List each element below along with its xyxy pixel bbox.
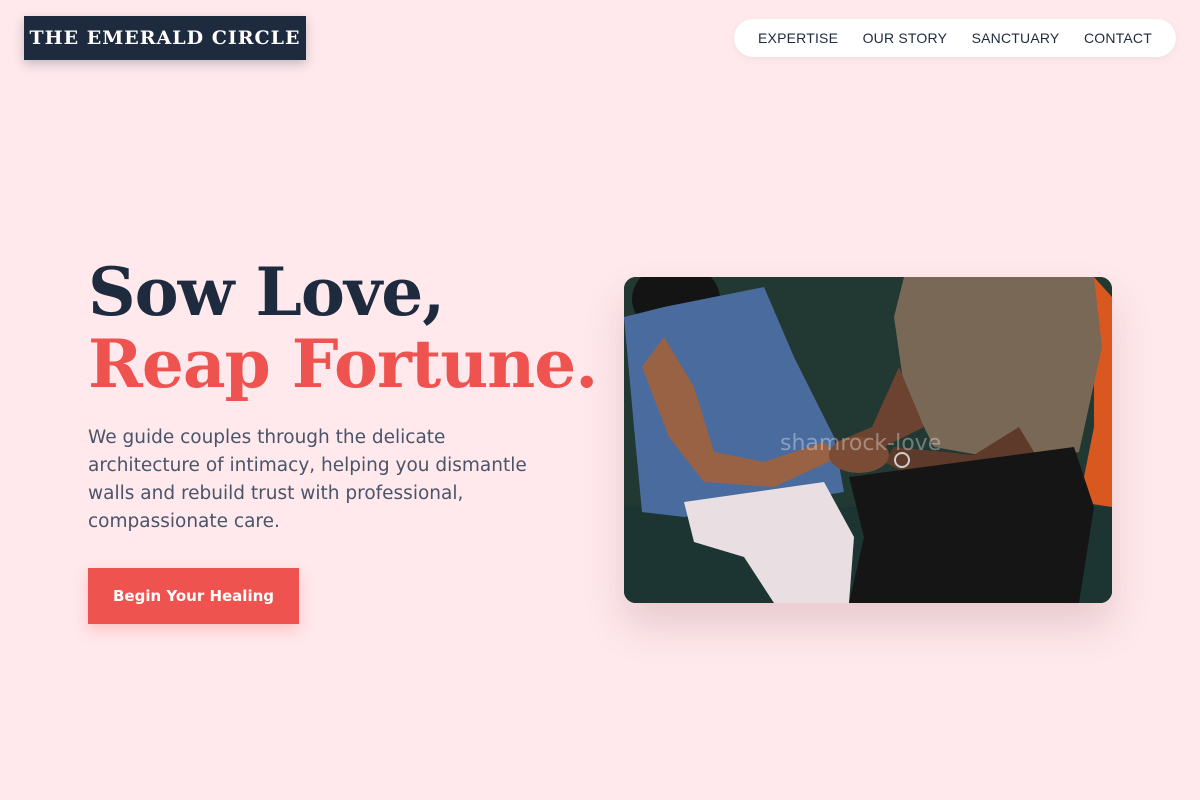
brand-logo[interactable]: THE EMERALD CIRCLE xyxy=(24,16,306,60)
main-nav: EXPERTISE OUR STORY SANCTUARY CONTACT xyxy=(734,19,1176,57)
hero-title-line-1: Sow Love, xyxy=(88,253,445,331)
hero-photo: shamrock-love xyxy=(624,277,1112,603)
nav-link-our-story[interactable]: OUR STORY xyxy=(863,30,948,46)
nav-link-expertise[interactable]: EXPERTISE xyxy=(758,30,838,46)
hero-title-line-2: Reap Fortune. xyxy=(88,325,598,403)
nav-link-contact[interactable]: CONTACT xyxy=(1084,30,1152,46)
hero-description: We guide couples through the delicate ar… xyxy=(88,427,527,532)
landing-page: THE EMERALD CIRCLE EXPERTISE OUR STORY S… xyxy=(0,0,1200,800)
begin-healing-button[interactable]: Begin Your Healing xyxy=(88,568,299,624)
brand-name: THE EMERALD CIRCLE xyxy=(29,27,301,49)
photo-watermark: shamrock-love xyxy=(780,431,942,456)
hero-title: Sow Love, Reap Fortune. xyxy=(88,253,598,403)
nav-link-sanctuary[interactable]: SANCTUARY xyxy=(972,30,1060,46)
